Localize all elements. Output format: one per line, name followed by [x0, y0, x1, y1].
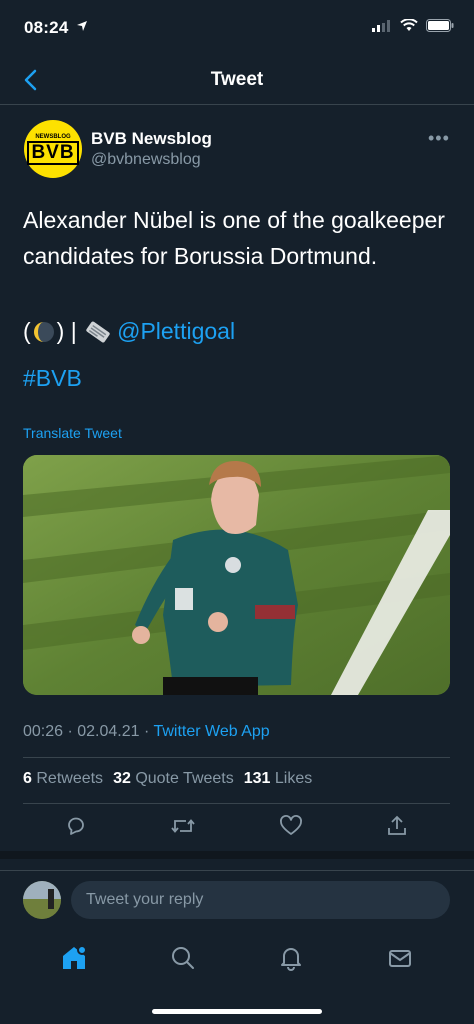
credit-open-paren: ( [23, 318, 31, 344]
tweet-text: Alexander Nübel is one of the goalkeeper… [23, 207, 445, 269]
status-icons [372, 19, 454, 32]
reply-bar-divider [0, 870, 474, 871]
author-avatar[interactable]: NEWSBLOG BVB [24, 120, 82, 178]
tweet-meta: 00:26 · 02.04.21 · Twitter Web App [23, 723, 270, 741]
more-icon: ••• [428, 128, 450, 148]
tweet-stats: 6 Retweets 32 Quote Tweets 131 Likes [23, 770, 312, 788]
tab-bar [0, 930, 474, 986]
home-indicator [152, 1009, 322, 1014]
tweet-photo-image [23, 455, 450, 695]
newspaper-emoji-icon [86, 321, 110, 342]
home-icon [63, 945, 88, 969]
battery-icon [426, 19, 454, 32]
location-arrow-icon [77, 21, 88, 31]
reply-button[interactable] [64, 814, 88, 843]
signal-icon [372, 19, 390, 32]
tab-search[interactable] [155, 930, 211, 986]
retweet-icon [171, 818, 196, 833]
tweet-credit-line: ( ) | @Plettigoal [23, 318, 235, 345]
reply-icon [68, 817, 85, 835]
user-avatar-image [23, 881, 61, 919]
tab-notifications[interactable] [263, 930, 319, 986]
page-title: Tweet [210, 69, 264, 90]
wifi-icon [400, 19, 418, 31]
heart-icon [279, 814, 302, 835]
meta-divider [23, 757, 450, 758]
bell-icon [281, 948, 302, 971]
author-handle[interactable]: @bvbnewsblog [91, 151, 201, 169]
like-button[interactable] [279, 814, 303, 843]
translate-tweet-link[interactable]: Translate Tweet [23, 425, 122, 441]
retweets-stat[interactable]: 6 Retweets [23, 770, 103, 788]
user-avatar[interactable] [23, 881, 61, 919]
share-button[interactable] [385, 814, 409, 843]
bvb-logo: NEWSBLOG BVB [27, 134, 79, 165]
search-icon [171, 947, 194, 969]
likes-stat[interactable]: 131 Likes [244, 770, 313, 788]
tweet-timestamp: 00:26 · 02.04.21 · [23, 723, 154, 740]
tab-messages[interactable] [372, 930, 428, 986]
more-options-button[interactable]: ••• [428, 128, 450, 149]
tweet-actions [23, 810, 450, 846]
quote-tweets-stat[interactable]: 32 Quote Tweets [113, 770, 234, 788]
tab-home[interactable] [46, 930, 102, 986]
stats-divider [23, 803, 450, 804]
author-name[interactable]: BVB Newsblog [91, 129, 212, 149]
moon-emoji-icon [33, 321, 54, 342]
credit-separator: ) | [56, 318, 84, 344]
mention-link[interactable]: @Plettigoal [117, 318, 235, 345]
nav-divider [0, 104, 474, 105]
reply-input[interactable]: Tweet your reply [71, 881, 450, 919]
mail-icon [388, 950, 411, 967]
hashtag-link[interactable]: #BVB [23, 365, 82, 392]
share-icon [387, 815, 406, 835]
thread-divider [0, 851, 474, 859]
tweet-source-link[interactable]: Twitter Web App [153, 723, 269, 740]
retweet-button[interactable] [170, 814, 196, 843]
status-time: 08:24 [24, 18, 88, 38]
tweet-photo[interactable] [23, 455, 450, 695]
